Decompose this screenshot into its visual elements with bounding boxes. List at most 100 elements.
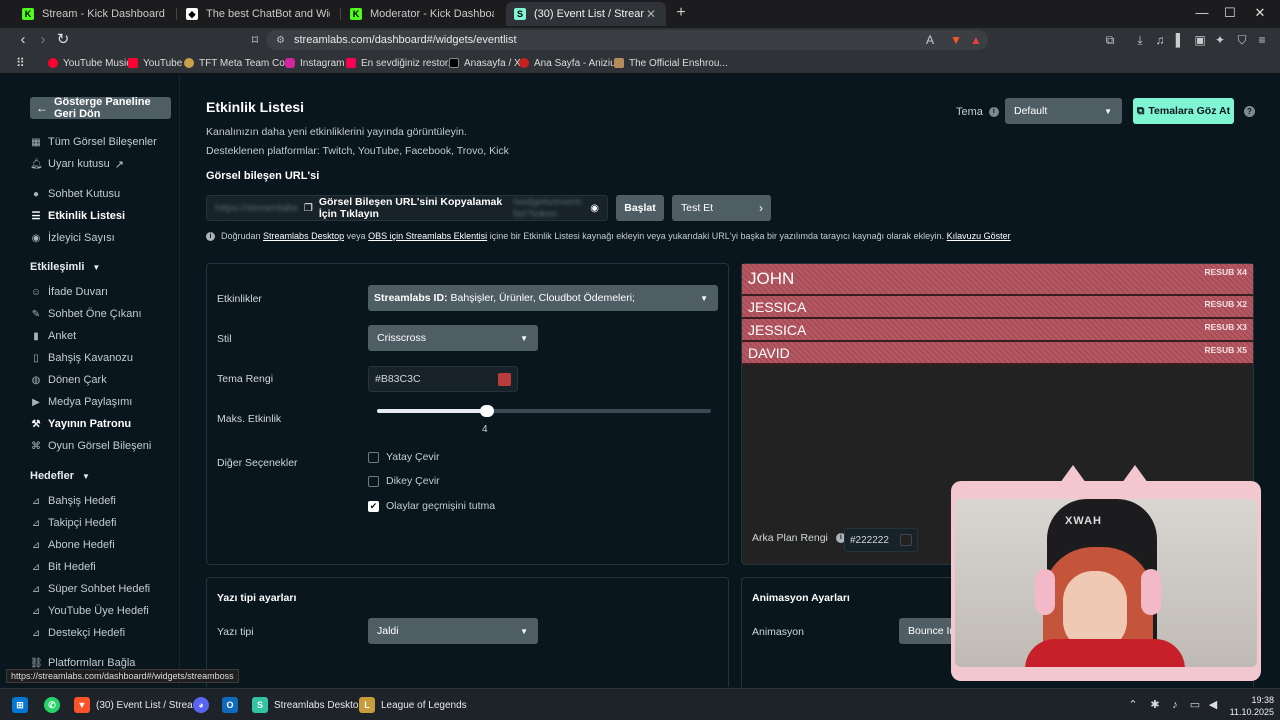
launch-button[interactable]: Başlat [616, 195, 664, 221]
reload-icon[interactable]: ↻ [54, 31, 72, 49]
back-to-dashboard-button[interactable]: ← Gösterge Paneline Geri Dön [30, 96, 171, 120]
show-guide-link[interactable]: Kılavuzu Göster [947, 231, 1011, 241]
widget-url-field[interactable]: https://streamlabs ❐ Görsel Bileşen URL'… [206, 195, 608, 221]
slider-thumb[interactable] [480, 405, 495, 417]
eye-icon[interactable]: ◉ [590, 203, 599, 214]
sidebar-item-stream-boss[interactable]: ⚒ Yayının Patronu [30, 416, 132, 432]
tab-icon[interactable]: ⧉ [1102, 32, 1118, 48]
sidebar-item-alert-box[interactable]: 🔔︎ Uyarı kutusu ↗ [30, 156, 124, 172]
obs-plugin-link[interactable]: OBS için Streamlabs Eklentisi [368, 231, 487, 241]
vpn-icon[interactable]: ⛉ [1234, 32, 1250, 48]
media-icon[interactable]: ♫ [1152, 32, 1168, 48]
sidebar-item-supporter-goal[interactable]: ⊿ Destekçi Hedefi [30, 625, 125, 641]
start-button[interactable]: ⊞ [12, 696, 34, 714]
volume-icon[interactable]: ◀ [1206, 698, 1220, 712]
sidebar-item-youtube-member-goal[interactable]: ⊿ YouTube Üye Hedefi [30, 603, 149, 619]
new-tab-button[interactable]: + [672, 4, 690, 22]
taskbar-app-streamlabs[interactable]: S Streamlabs Desktop [252, 696, 364, 714]
max-events-slider[interactable] [377, 405, 711, 417]
theme-select[interactable]: Default ▼ [1005, 98, 1122, 124]
flip-x-option[interactable]: Yatay Çevir [368, 451, 440, 463]
menu-icon[interactable]: ≡ [1254, 32, 1270, 48]
event-row: DAVID RESUB X5 [742, 342, 1253, 365]
rewards-icon[interactable]: ▲ [968, 32, 984, 48]
sidebar-item-all-widgets[interactable]: ▦ Tüm Görsel Bileşenler [30, 134, 157, 150]
sidebar-item-poll[interactable]: ▮ Anket [30, 328, 76, 344]
forward-icon[interactable]: › [34, 31, 52, 49]
bg-color-input[interactable]: #222222 [844, 528, 918, 552]
color-swatch[interactable] [498, 373, 511, 386]
wallet-icon[interactable]: ▣ [1192, 32, 1208, 48]
sidebar-item-viewer-count[interactable]: ◉ İzleyici Sayısı [30, 230, 115, 246]
download-icon[interactable]: ⤓ [1132, 32, 1148, 48]
maximize-icon[interactable]: ☐ [1218, 4, 1242, 22]
sidebar-item-chat-highlight[interactable]: ✎ Sohbet Öne Çıkanı [30, 306, 142, 322]
keep-history-option[interactable]: ✔ Olaylar geçmişini tutma [368, 500, 495, 512]
sidebar-icon[interactable]: ▌ [1172, 32, 1188, 48]
display-icon[interactable]: ▭ [1188, 698, 1202, 712]
color-swatch[interactable] [900, 534, 912, 546]
site-info-icon[interactable]: ⚙ [276, 35, 286, 46]
sidebar-item-sub-goal[interactable]: ⊿ Abone Hedefi [30, 537, 115, 553]
bluetooth-icon[interactable]: ✱ [1148, 698, 1162, 712]
keep-history-checkbox[interactable]: ✔ [368, 500, 379, 512]
bookmark-anizium[interactable]: Ana Sayfa - Anizium [519, 56, 624, 70]
apps-icon[interactable]: ⠿ [16, 56, 25, 70]
flip-y-checkbox[interactable] [368, 475, 379, 487]
bookmark-x[interactable]: Anasayfa / X [449, 56, 521, 70]
close-window-icon[interactable]: ✕ [1248, 4, 1272, 22]
sidebar-item-follower-goal[interactable]: ⊿ Takipçi Hedefi [30, 515, 117, 531]
browse-themes-button[interactable]: ⧉ Temalara Göz At [1133, 98, 1234, 124]
flip-y-option[interactable]: Dikey Çevir [368, 475, 440, 487]
url-field[interactable]: ⚙ streamlabs.com/dashboard#/widgets/even… [266, 30, 988, 50]
taskbar-app-outlook[interactable]: O [222, 696, 244, 714]
brave-shield-icon[interactable]: ▼ [948, 32, 964, 48]
browser-tab[interactable]: K Moderator - Kick Dashboard [342, 2, 502, 26]
whatsapp-button[interactable]: ✆ [44, 696, 66, 714]
sidebar-item-chat-box[interactable]: ● Sohbet Kutusu [30, 186, 120, 202]
bookmark-youtube[interactable]: YouTube [128, 56, 182, 70]
section-interaction[interactable]: Etkileşimli ▼ [30, 261, 100, 273]
sidebar-item-tip-goal[interactable]: ⊿ Bahşiş Hedefi [30, 493, 116, 509]
bookmark-youtube-music[interactable]: YouTube Music [48, 56, 131, 70]
sidebar-item-bit-goal[interactable]: ⊿ Bit Hedefi [30, 559, 96, 575]
chevron-up-icon[interactable]: ⌃ [1126, 698, 1140, 712]
leo-icon[interactable]: ✦ [1212, 32, 1228, 48]
sidebar-item-superchat-goal[interactable]: ⊿ Süper Sohbet Hedefi [30, 581, 150, 597]
browser-tab-active[interactable]: S (30) Event List / Streamlabs ✕ [506, 2, 666, 26]
taskbar-app-brave[interactable]: ▼ (30) Event List / Streaml [74, 696, 203, 714]
bookmark-enshrouded[interactable]: The Official Enshrou... [614, 56, 728, 70]
bookmark-instagram[interactable]: Instagram [285, 56, 344, 70]
taskbar-app-lol[interactable]: L League of Legends [359, 696, 467, 714]
sidebar-item-spin-wheel[interactable]: ◍ Dönen Çark [30, 372, 107, 388]
sidebar-item-media-share[interactable]: ▶ Medya Paylaşımı [30, 394, 132, 410]
bookmark-icon[interactable]: ⌑ [246, 31, 264, 49]
browser-tab[interactable]: K Stream - Kick Dashboard [14, 2, 174, 26]
sidebar-item-tip-jar[interactable]: ▯ Bahşiş Kavanozu [30, 350, 133, 366]
system-clock[interactable]: 19:38 11.10.2025 [1222, 694, 1274, 718]
translate-icon[interactable]: A [922, 32, 938, 48]
streamlabs-desktop-link[interactable]: Streamlabs Desktop [263, 231, 344, 241]
taskbar-app-discord[interactable]: ◕ [193, 696, 215, 714]
test-button[interactable]: Test Et › [672, 195, 771, 221]
back-icon[interactable]: ‹ [14, 31, 32, 49]
eye-icon: ◉ [31, 232, 41, 244]
section-goals[interactable]: Hedefler ▼ [30, 470, 90, 482]
font-select[interactable]: Jaldi ▼ [368, 618, 538, 644]
help-icon[interactable]: ? [1244, 106, 1255, 117]
caret-down-icon: ▼ [520, 626, 528, 636]
sidebar-item-game-widget[interactable]: ⌘ Oyun Görsel Bileşeni [30, 438, 151, 454]
minimize-icon[interactable]: — [1190, 4, 1214, 22]
bookmark-tft[interactable]: TFT Meta Team Co... [184, 56, 293, 70]
bookmark-yemeksepeti[interactable]: En sevdiğiniz restor... [346, 56, 456, 70]
theme-color-input[interactable]: #B83C3C [368, 366, 518, 392]
events-select[interactable]: Streamlabs ID: Bahşişler, Ürünler, Cloudb… [368, 285, 718, 311]
microphone-icon[interactable]: ♪ [1168, 698, 1182, 712]
flip-x-checkbox[interactable] [368, 451, 379, 463]
info-icon[interactable]: i [988, 107, 999, 117]
sidebar-item-event-list[interactable]: ☰ Etkinlik Listesi [30, 208, 126, 224]
browser-tab[interactable]: ◆ The best ChatBot and Widgets for Ki [178, 2, 338, 26]
sidebar-item-emote-wall[interactable]: ☺ İfade Duvarı [30, 284, 108, 300]
close-tab-icon[interactable]: ✕ [644, 7, 658, 21]
style-select[interactable]: Crisscross ▼ [368, 325, 538, 351]
